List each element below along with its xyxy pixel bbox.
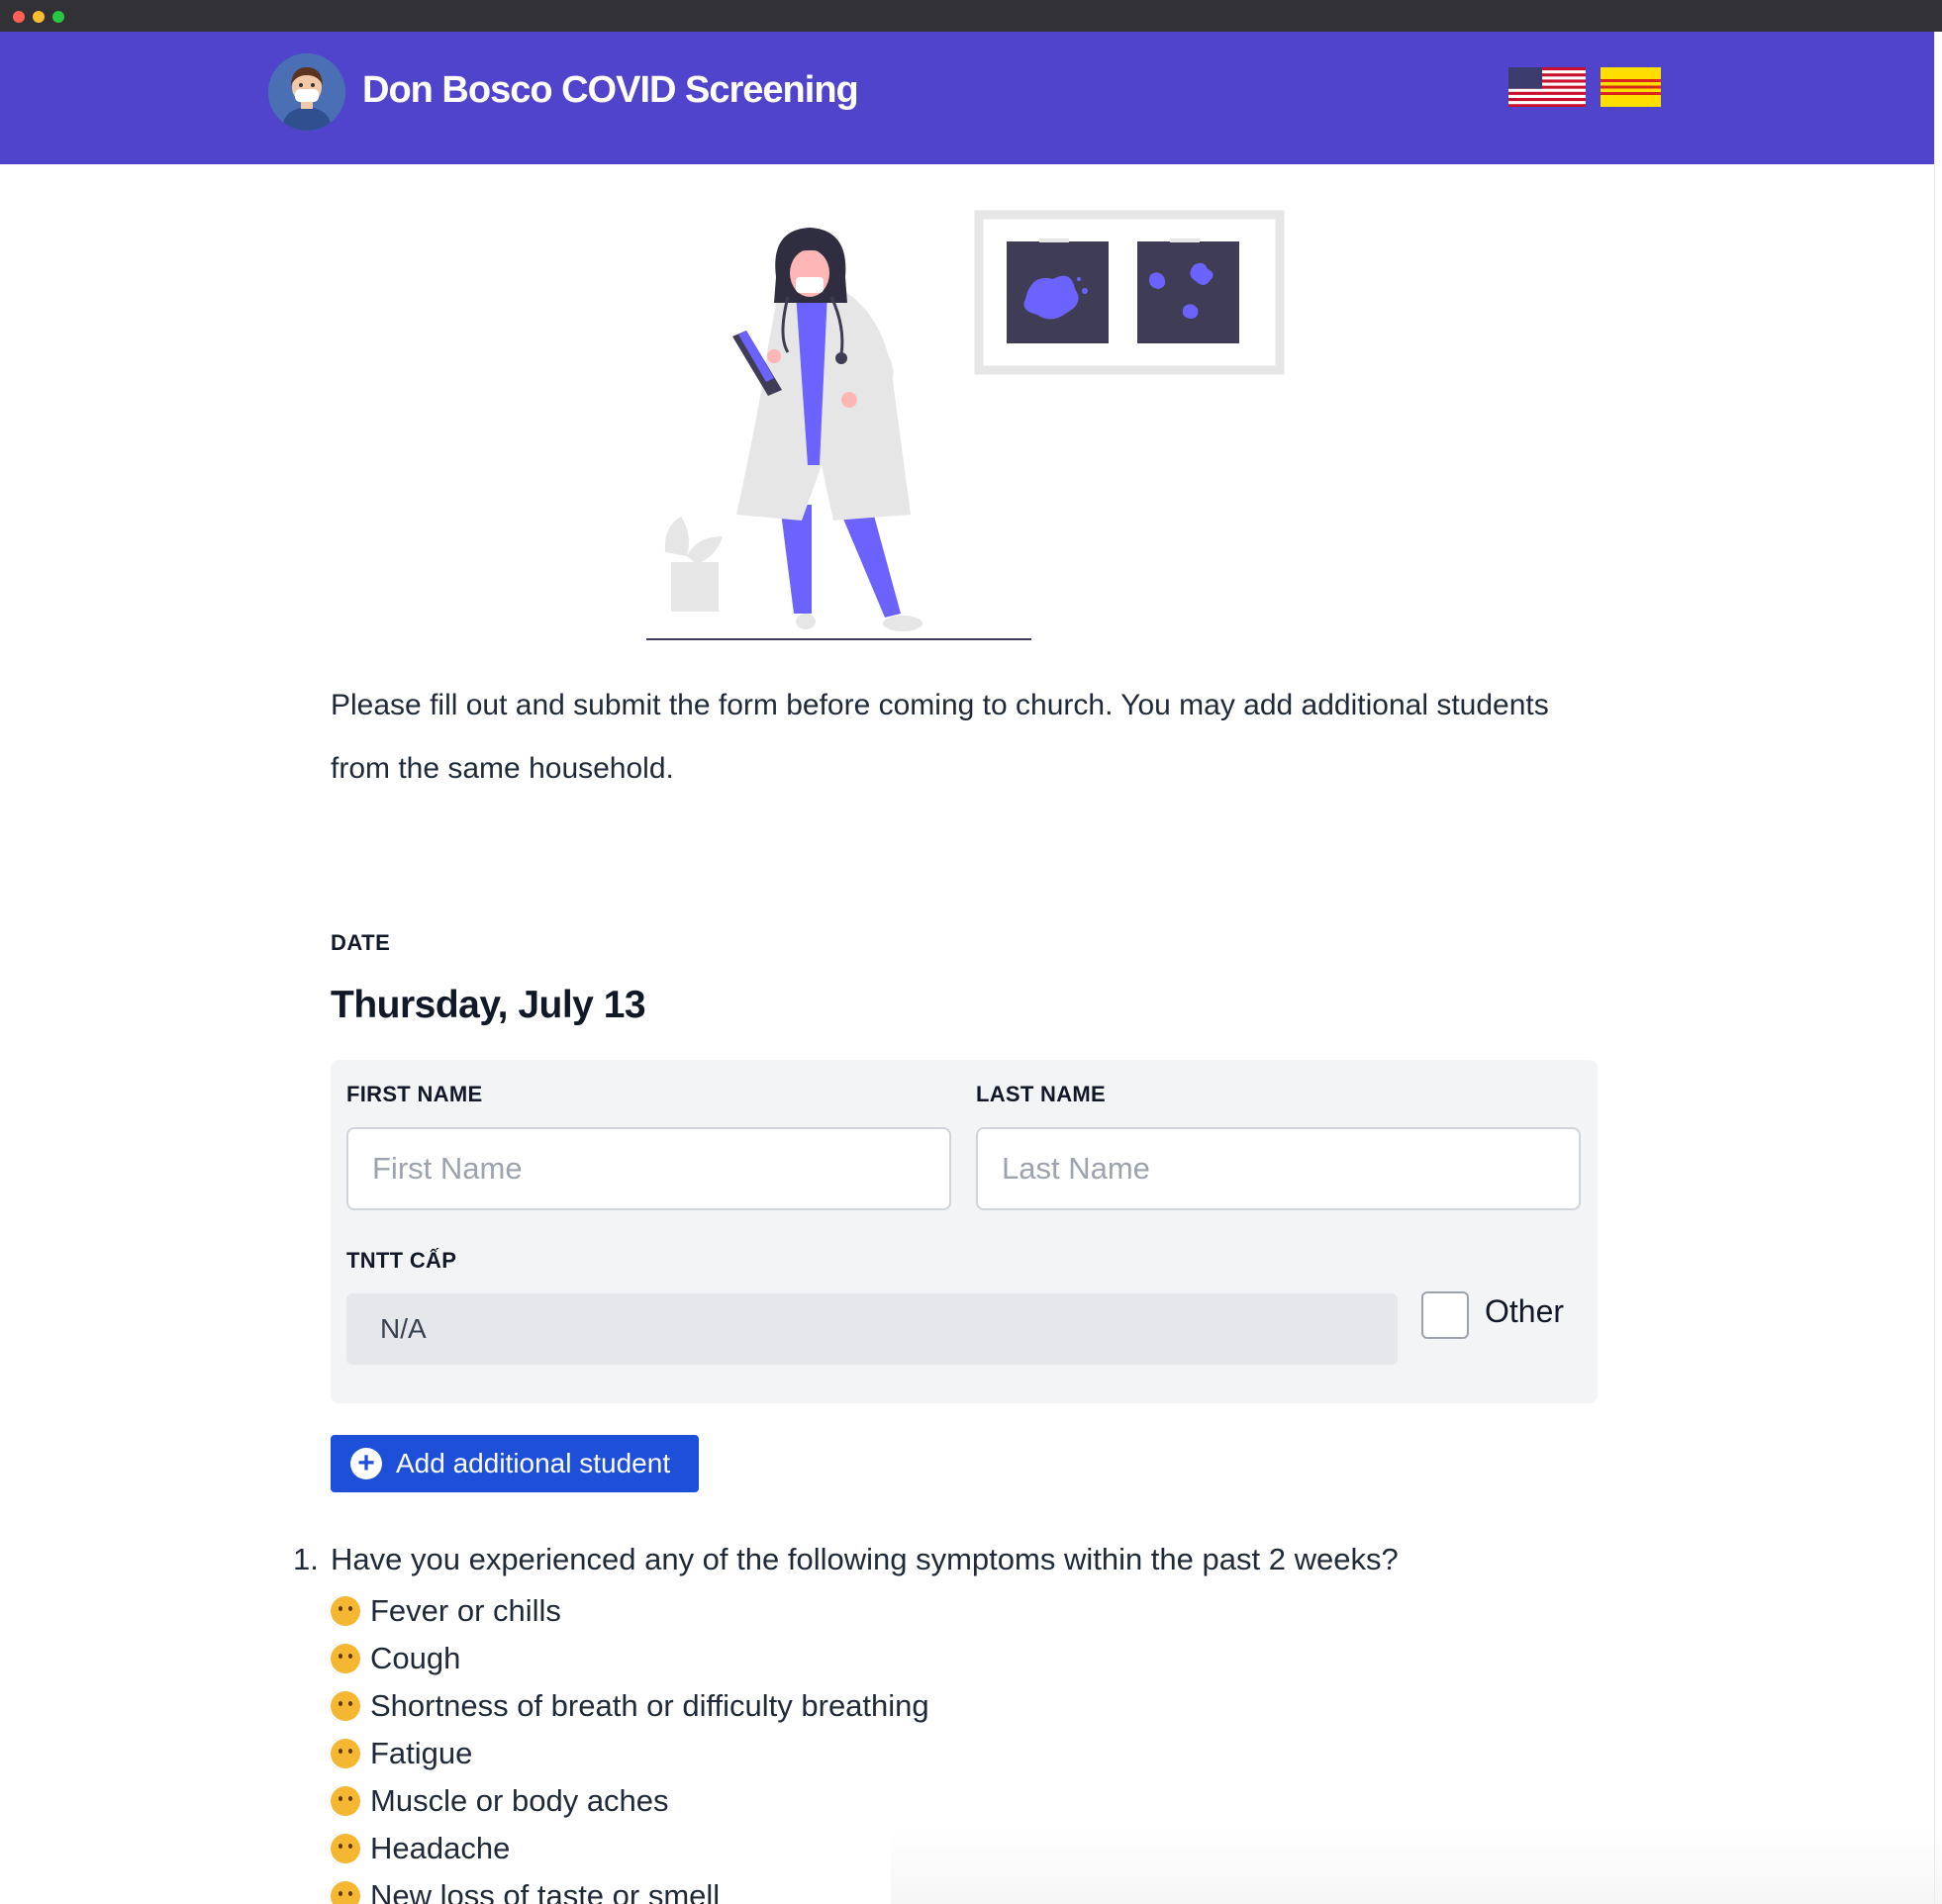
symptom-item: New loss of taste or smell [331, 1872, 929, 1904]
question-text: Have you experienced any of the followin… [331, 1542, 1399, 1576]
exploding-head-emoji-icon [331, 1834, 360, 1863]
add-additional-student-button[interactable]: + Add additional student [331, 1435, 699, 1492]
window-edge [1934, 32, 1935, 1904]
coughing-face-emoji-icon [331, 1644, 360, 1673]
plus-circle-icon: + [350, 1448, 382, 1479]
symptom-label: Muscle or body aches [370, 1783, 669, 1818]
other-checkbox[interactable] [1421, 1291, 1469, 1339]
symptom-label: Fever or chills [370, 1593, 561, 1628]
last-name-label: LAST NAME [976, 1082, 1107, 1106]
last-name-input[interactable] [976, 1127, 1581, 1210]
symptom-item: Shortness of breath or difficulty breath… [331, 1682, 929, 1730]
site-title[interactable]: Don Bosco COVID Screening [362, 69, 859, 112]
tntt-cap-label: TNTT CẤP [346, 1248, 457, 1273]
maximize-window-button[interactable] [52, 11, 64, 23]
symptom-item: Muscle or body aches [331, 1777, 929, 1825]
minimize-window-button[interactable] [33, 11, 45, 23]
symptom-list: Fever or chills Cough Shortness of breat… [331, 1587, 929, 1904]
symptom-label: Shortness of breath or difficulty breath… [370, 1688, 929, 1723]
question-number: 1. [293, 1542, 319, 1576]
symptom-label: New loss of taste or smell [370, 1878, 721, 1904]
site-header: Don Bosco COVID Screening [0, 32, 1934, 164]
student-card: FIRST NAME LAST NAME TNTT CẤP N/A Other [331, 1060, 1598, 1403]
vietnam-heritage-flag-icon[interactable] [1601, 67, 1661, 107]
intro-text: Please fill out and submit the form befo… [331, 689, 1549, 785]
tntt-cap-select[interactable]: N/A [346, 1293, 1398, 1365]
symptom-label: Headache [370, 1831, 511, 1865]
close-window-button[interactable] [13, 11, 25, 23]
bandaged-face-emoji-icon [331, 1786, 360, 1816]
window-titlebar [0, 0, 1942, 32]
tired-face-emoji-icon [331, 1691, 360, 1721]
symptom-item: Headache [331, 1825, 929, 1872]
other-checkbox-label[interactable]: Other [1485, 1293, 1564, 1330]
symptom-label: Fatigue [370, 1736, 473, 1770]
symptom-item: Fatigue [331, 1730, 929, 1777]
doctor-avatar-logo-icon[interactable] [268, 53, 345, 131]
symptom-item: Cough [331, 1635, 929, 1682]
symptom-label: Cough [370, 1641, 461, 1675]
question-1: 1. Have you experienced any of the follow… [293, 1542, 1399, 1577]
us-flag-icon[interactable] [1508, 67, 1586, 107]
date-label: DATE [331, 930, 391, 955]
add-additional-student-label: Add additional student [396, 1448, 671, 1478]
sleepy-face-emoji-icon [331, 1739, 360, 1768]
unamused-face-emoji-icon [331, 1881, 360, 1904]
symptom-item: Fever or chills [331, 1587, 929, 1635]
first-name-label: FIRST NAME [346, 1082, 483, 1106]
doctor-illustration [643, 208, 1287, 643]
hot-face-emoji-icon [331, 1596, 360, 1626]
scroll-fade [891, 1831, 1942, 1904]
first-name-input[interactable] [346, 1127, 951, 1210]
date-value: Thursday, July 13 [331, 984, 646, 1026]
